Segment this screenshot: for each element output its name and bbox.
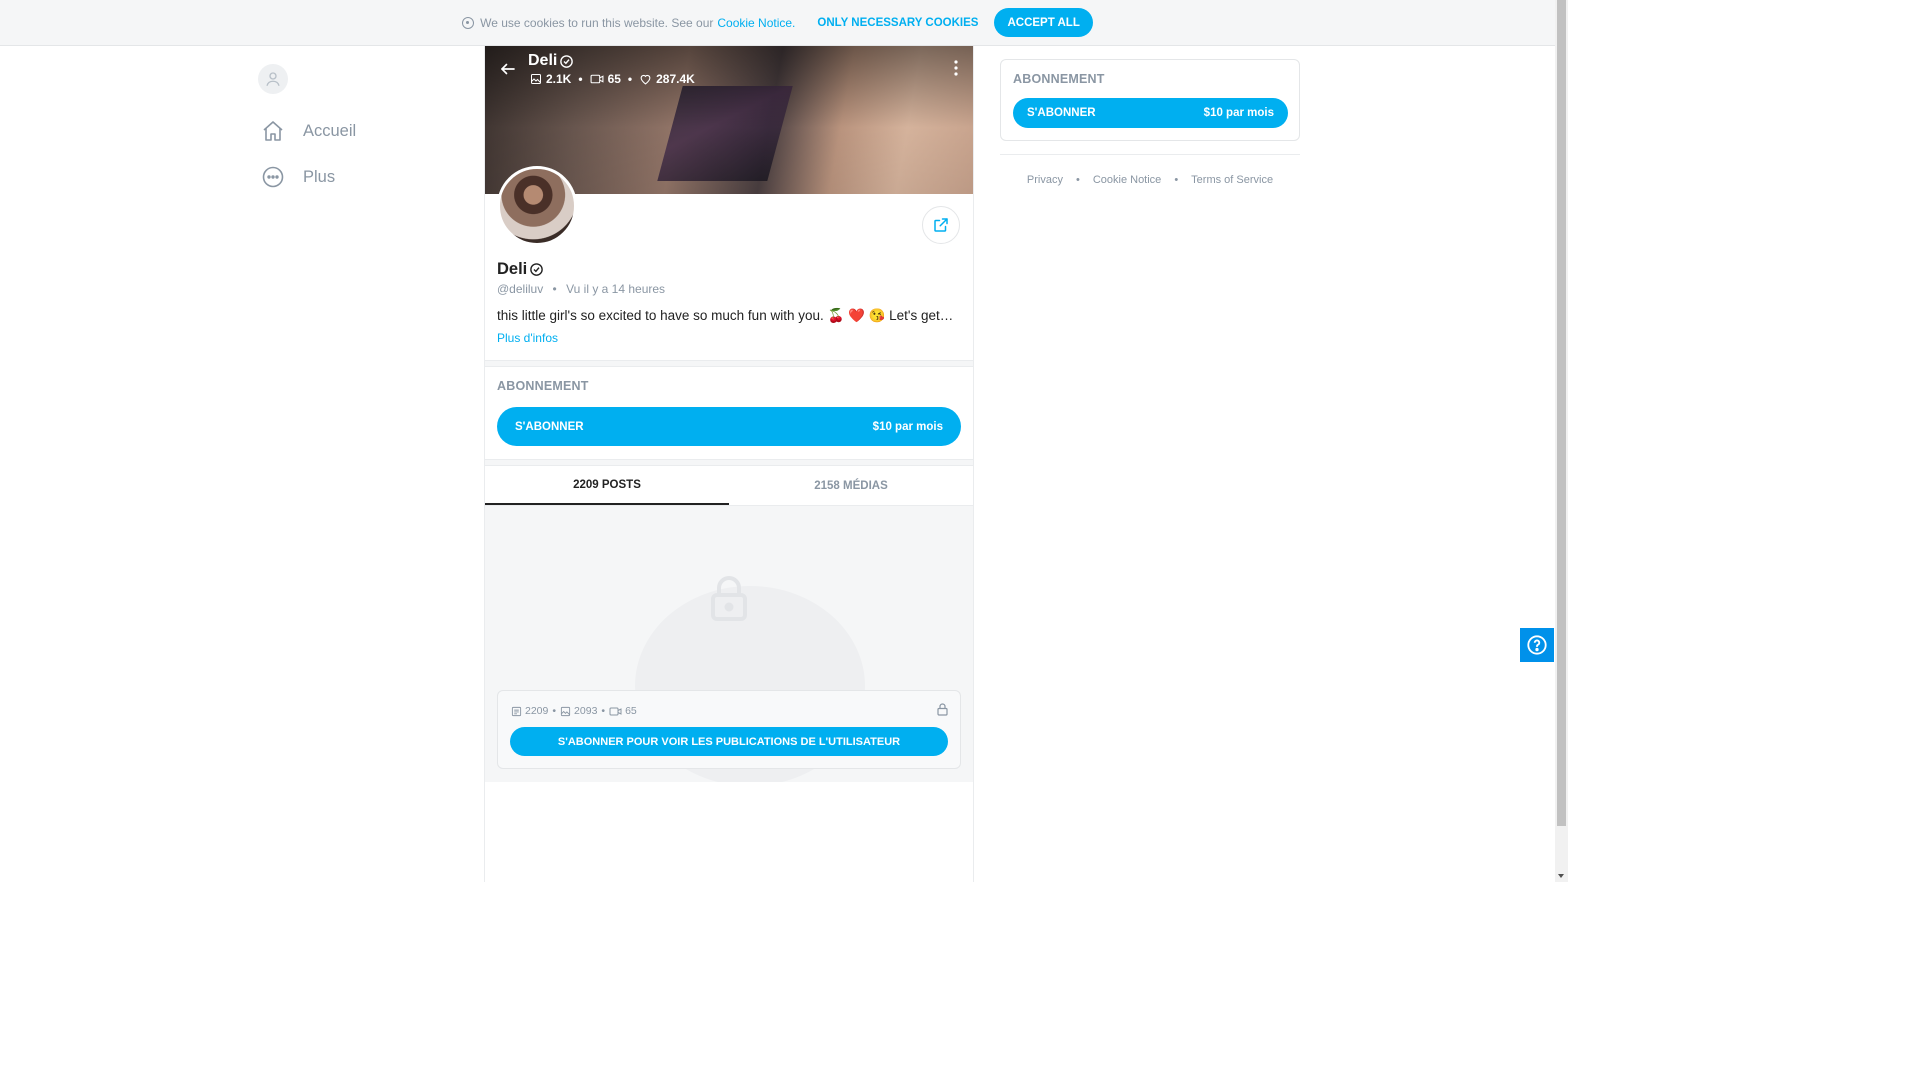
terms-of-service-link[interactable]: Terms of Service bbox=[1191, 174, 1273, 186]
nav-item-home[interactable]: Accueil bbox=[258, 108, 458, 154]
photos-count: 2.1K bbox=[546, 72, 572, 86]
scrollbar-thumb[interactable] bbox=[1557, 0, 1566, 826]
share-button[interactable] bbox=[922, 206, 960, 244]
scrollbar[interactable] bbox=[1555, 0, 1568, 882]
cookie-banner: We use cookies to run this website. See … bbox=[0, 0, 1555, 46]
subscribe-price: $10 par mois bbox=[872, 420, 943, 433]
verified-icon bbox=[560, 54, 574, 68]
divider bbox=[485, 459, 973, 466]
left-sidebar: Accueil Plus bbox=[258, 64, 458, 200]
user-avatar[interactable] bbox=[258, 64, 288, 94]
profile-stats: 2.1K • 65 • 287.4K bbox=[530, 72, 695, 86]
divider bbox=[1000, 154, 1300, 155]
post-icon bbox=[511, 706, 522, 716]
nav-item-more[interactable]: Plus bbox=[258, 154, 458, 200]
last-seen: Vu il y a 14 heures bbox=[566, 282, 666, 296]
video-icon bbox=[609, 707, 622, 715]
profile-name: Deli bbox=[497, 260, 544, 279]
lock-icon bbox=[937, 703, 948, 716]
subscription-label: ABONNEMENT bbox=[1013, 72, 1105, 86]
videos-count: 65 bbox=[607, 72, 621, 86]
home-icon bbox=[258, 116, 288, 146]
banner-title: Deli bbox=[528, 52, 574, 70]
likes-count: 287.4K bbox=[656, 72, 695, 86]
photo-icon bbox=[560, 706, 571, 716]
locked-content: 2209 • 2093 • 65 S'ABONNER POUR VOIR LES… bbox=[485, 506, 973, 782]
subscription-label: ABONNEMENT bbox=[497, 379, 589, 393]
videos-count: 65 bbox=[625, 705, 637, 717]
scroll-down-arrow-icon[interactable] bbox=[1558, 874, 1564, 878]
locked-info-card: 2209 • 2093 • 65 S'ABONNER POUR VOIR LES… bbox=[497, 690, 961, 769]
subscribe-label: S'ABONNER bbox=[515, 420, 584, 433]
cookie-notice-link[interactable]: Cookie Notice. bbox=[717, 16, 795, 30]
share-icon bbox=[934, 218, 948, 232]
profile-bio: this little girl's so excited to have so… bbox=[497, 308, 954, 323]
photo-icon bbox=[531, 74, 541, 84]
banner-name: Deli bbox=[528, 52, 558, 69]
subscribe-to-view-button[interactable]: S'ABONNER POUR VOIR LES PUBLICATIONS DE … bbox=[510, 727, 948, 756]
subscription-card: ABONNEMENT S'ABONNER $10 par mois bbox=[1000, 59, 1300, 141]
divider bbox=[485, 360, 973, 367]
posts-count: 2209 bbox=[525, 705, 549, 717]
profile-handle-line: @deliluv • Vu il y a 14 heures bbox=[497, 282, 666, 296]
profile-avatar[interactable] bbox=[497, 166, 577, 246]
subscribe-button[interactable]: S'ABONNER $10 par mois bbox=[1013, 98, 1288, 128]
tab-media[interactable]: 2158 MÉDIAS bbox=[729, 466, 973, 505]
locked-counts: 2209 • 2093 • 65 bbox=[511, 705, 637, 717]
heart-icon bbox=[640, 74, 651, 85]
verified-icon bbox=[530, 263, 544, 276]
lock-icon bbox=[711, 576, 747, 621]
video-icon bbox=[590, 74, 604, 84]
nav-item-label: Accueil bbox=[303, 121, 357, 140]
cookie-text: We use cookies to run this website. See … bbox=[480, 15, 714, 30]
footer-links: Privacy • Cookie Notice • Terms of Servi… bbox=[1026, 174, 1274, 186]
help-button[interactable] bbox=[1520, 628, 1554, 662]
profile-name-text: Deli bbox=[497, 260, 528, 278]
accept-all-button[interactable]: ACCEPT ALL bbox=[994, 8, 1093, 37]
profile-column: Deli 2.1K • 65 • 287.4K Deli @deliluv • … bbox=[484, 46, 974, 882]
user-icon bbox=[266, 72, 280, 86]
profile-handle: @deliluv bbox=[497, 282, 544, 296]
only-necessary-cookies-button[interactable]: ONLY NECESSARY COOKIES bbox=[817, 17, 978, 29]
profile-tabs: 2209 POSTS 2158 MÉDIAS bbox=[485, 466, 973, 506]
subscribe-label: S'ABONNER bbox=[1027, 107, 1096, 119]
subscribe-price: $10 par mois bbox=[1203, 107, 1274, 119]
subscribe-button[interactable]: S'ABONNER $10 par mois bbox=[497, 407, 961, 446]
tab-posts[interactable]: 2209 POSTS bbox=[485, 466, 729, 505]
photos-count: 2093 bbox=[574, 705, 598, 717]
back-arrow-icon[interactable] bbox=[499, 60, 517, 78]
more-circle-icon bbox=[258, 162, 288, 192]
help-icon bbox=[1527, 635, 1547, 655]
more-vertical-icon[interactable] bbox=[953, 60, 959, 76]
more-info-link[interactable]: Plus d'infos bbox=[497, 331, 558, 345]
nav-item-label: Plus bbox=[303, 167, 336, 186]
cookie-icon bbox=[462, 16, 475, 29]
privacy-link[interactable]: Privacy bbox=[1027, 174, 1063, 186]
cookie-notice-link[interactable]: Cookie Notice bbox=[1093, 174, 1161, 186]
